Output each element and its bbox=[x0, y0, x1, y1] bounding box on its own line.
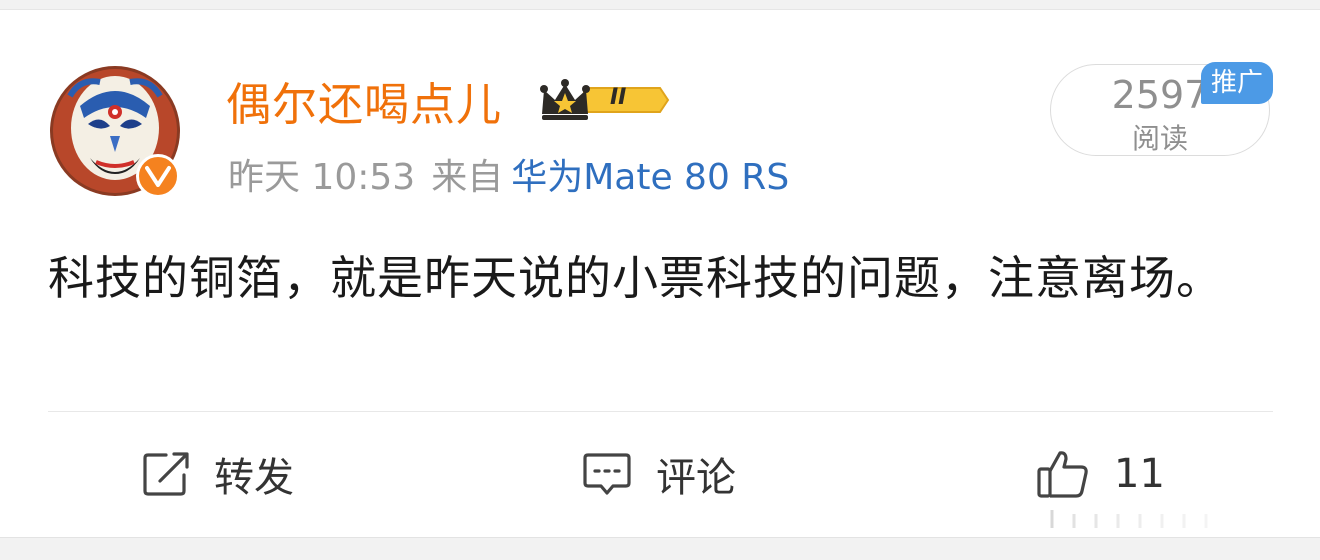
like-icon bbox=[1037, 451, 1088, 498]
comment-label: 评论 bbox=[656, 455, 736, 501]
vip-badge[interactable]: II bbox=[538, 76, 670, 124]
read-label: 阅读 bbox=[1131, 122, 1188, 155]
like-button[interactable]: 11 bbox=[1036, 448, 1165, 500]
post-meta: 昨天 10:53 来自 华为Mate 80 RS bbox=[228, 148, 789, 200]
post-text: 科技的铜箔，就是昨天说的小票科技的问题，注意离场。 bbox=[48, 251, 1223, 305]
repost-icon bbox=[143, 452, 189, 496]
like-count: 11 bbox=[1114, 451, 1165, 497]
comment-icon bbox=[583, 453, 631, 495]
verified-v-icon bbox=[145, 166, 171, 187]
verified-badge bbox=[136, 154, 180, 198]
post-time: 昨天 10:53 bbox=[228, 157, 416, 198]
crown-icon bbox=[540, 79, 670, 120]
scroll-indicator bbox=[1050, 510, 1208, 528]
comment-button[interactable]: 评论 bbox=[582, 448, 736, 501]
bottom-divider bbox=[0, 537, 1320, 560]
username[interactable]: 偶尔还喝点儿 bbox=[226, 68, 502, 133]
action-divider bbox=[48, 411, 1273, 412]
vip-level-text: II bbox=[610, 85, 627, 110]
repost-label: 转发 bbox=[214, 455, 294, 501]
promo-tag[interactable]: 推广 bbox=[1201, 62, 1273, 104]
from-label: 来自 bbox=[431, 157, 504, 198]
repost-button[interactable]: 转发 bbox=[142, 448, 294, 501]
source-device-link[interactable]: 华为Mate 80 RS bbox=[511, 157, 789, 198]
top-divider bbox=[0, 0, 1320, 10]
